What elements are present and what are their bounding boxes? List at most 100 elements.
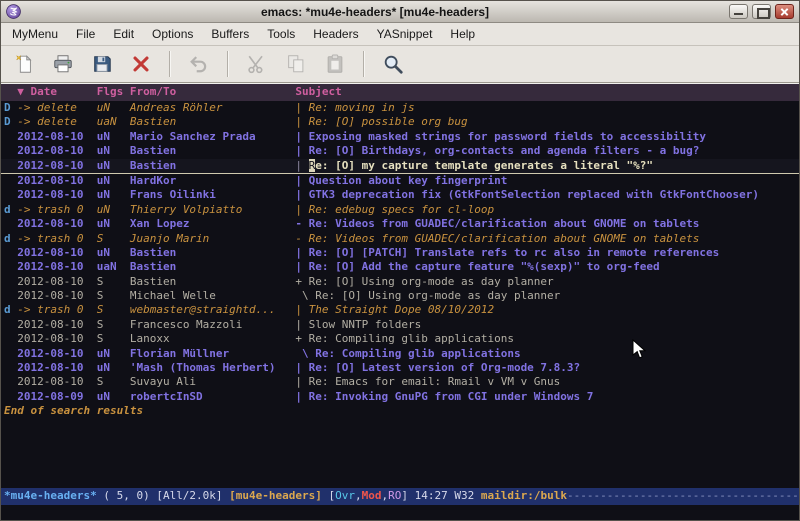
message-row[interactable]: d -> trash 0 uN Thierry Volpiatto | Re: … — [1, 203, 799, 217]
mark-char — [4, 318, 17, 331]
message-row[interactable]: 2012-08-10 uN 'Mash (Thomas Herbert) | R… — [1, 361, 799, 375]
window-controls — [729, 4, 794, 19]
close-buffer-button[interactable] — [125, 49, 157, 79]
message-row[interactable]: 2012-08-10 uN Mario Sanchez Prada | Expo… — [1, 130, 799, 144]
message-row[interactable]: 2012-08-09 uN robertcInSD | Re: Invoking… — [1, 390, 799, 404]
modeline-status-close-bracket: ] — [401, 489, 414, 502]
print-button[interactable] — [47, 49, 79, 79]
modeline-clock: 14:27 W32 — [415, 489, 481, 502]
search-button[interactable] — [377, 49, 409, 79]
message-row[interactable]: D -> delete uN Andreas Röhler | Re: movi… — [1, 101, 799, 115]
row-text: 2012-08-10 S Suvayu Ali | Re: Emacs for … — [17, 375, 560, 388]
message-row[interactable]: 2012-08-10 uN HardKor | Question about k… — [1, 174, 799, 188]
headers-line: ▼ Date Flgs From/To Subject — [1, 84, 799, 101]
row-text: 2012-08-10 uN 'Mash (Thomas Herbert) | R… — [17, 361, 580, 374]
row-text: 2012-08-10 uN Florian Müllner \ Re: Comp… — [17, 347, 520, 360]
row-text: 2012-08-10 uN Frans Oilinki | GTK3 depre… — [17, 188, 759, 201]
mark-char: d — [4, 203, 17, 216]
modeline-maildir: maildir:/bulk — [481, 489, 567, 502]
row-text: 2012-08-09 uN robertcInSD | Re: Invoking… — [17, 390, 593, 403]
menu-item-options[interactable]: Options — [143, 24, 202, 44]
paste-icon — [324, 53, 346, 75]
message-row[interactable]: 2012-08-10 S Michael Welle \ Re: [O] Usi… — [1, 289, 799, 303]
mark-char — [4, 246, 17, 259]
mark-char: D — [4, 101, 17, 114]
maximize-button[interactable] — [752, 4, 771, 19]
row-text: 2012-08-10 uaN Bastien | Re: [O] Add the… — [17, 260, 659, 273]
echo-area[interactable] — [1, 505, 799, 520]
copy-icon — [285, 53, 307, 75]
titlebar[interactable]: emacs: *mu4e-headers* [mu4e-headers] — [1, 1, 799, 23]
message-row[interactable]: D -> delete uaN Bastien | Re: [O] possib… — [1, 115, 799, 129]
mark-char — [4, 217, 17, 230]
print-icon — [52, 53, 74, 75]
cut-button — [241, 49, 273, 79]
mark-char: d — [4, 232, 17, 245]
new-file-icon — [13, 53, 35, 75]
close-window-button[interactable] — [775, 4, 794, 19]
menu-item-buffers[interactable]: Buffers — [202, 24, 258, 44]
message-row[interactable]: d -> trash 0 S Juanjo Marin - Re: Videos… — [1, 232, 799, 246]
menu-item-yasnippet[interactable]: YASnippet — [368, 24, 442, 44]
row-text: -> delete uaN Bastien | Re: [O] possible… — [17, 115, 467, 128]
menu-item-help[interactable]: Help — [441, 24, 484, 44]
message-row[interactable]: 2012-08-10 uN Bastien | Re: [O] [PATCH] … — [1, 246, 799, 260]
row-text: 2012-08-10 S Lanoxx + Re: Compiling glib… — [17, 332, 514, 345]
modeline-modified-indicator: Mod — [362, 489, 382, 502]
menu-item-edit[interactable]: Edit — [104, 24, 143, 44]
modeline-buffer-name: *mu4e-headers* — [4, 489, 97, 502]
row-text: 2012-08-10 S Michael Welle \ Re: [O] Usi… — [17, 289, 560, 302]
modeline-filler-dashes: -------------------------------------- — [567, 489, 799, 502]
message-row[interactable]: d -> trash 0 S webmaster@straightd... | … — [1, 303, 799, 317]
mark-char — [4, 332, 17, 345]
menu-item-tools[interactable]: Tools — [258, 24, 304, 44]
mark-char — [4, 289, 17, 302]
message-row[interactable]: 2012-08-10 uN Bastien | Re: [O] my captu… — [1, 159, 799, 174]
menu-bar: MyMenuFileEditOptionsBuffersToolsHeaders… — [1, 23, 799, 46]
mark-char — [4, 375, 17, 388]
row-head: 2012-08-10 uN Bastien — [17, 159, 295, 172]
modeline-mode-name: [mu4e-headers] — [229, 489, 322, 502]
minimize-button[interactable] — [729, 4, 748, 19]
modeline-overwrite-indicator: Ovr — [335, 489, 355, 502]
mark-char — [4, 347, 17, 360]
close-buffer-icon — [130, 53, 152, 75]
mark-char — [4, 260, 17, 273]
mark-char — [4, 174, 17, 187]
mark-char — [4, 188, 17, 201]
row-subject: e: [O] my capture template generates a l… — [315, 159, 653, 172]
menu-item-mymenu[interactable]: MyMenu — [3, 24, 67, 44]
mark-char — [4, 361, 17, 374]
message-row[interactable]: 2012-08-10 uaN Bastien | Re: [O] Add the… — [1, 260, 799, 274]
modeline-status-open-bracket: [ — [322, 489, 335, 502]
row-text: 2012-08-10 S Francesco Mazzoli | Slow NN… — [17, 318, 421, 331]
row-text: -> trash 0 S webmaster@straightd... | Th… — [17, 303, 494, 316]
new-file-button[interactable] — [8, 49, 40, 79]
row-text: -> trash 0 uN Thierry Volpiatto | Re: ed… — [17, 203, 494, 216]
undo-button — [183, 49, 215, 79]
menu-item-file[interactable]: File — [67, 24, 104, 44]
message-row[interactable]: 2012-08-10 uN Xan Lopez - Re: Videos fro… — [1, 217, 799, 231]
message-row[interactable]: 2012-08-10 uN Bastien | Re: [O] Birthday… — [1, 144, 799, 158]
mark-char: D — [4, 115, 17, 128]
menu-item-headers[interactable]: Headers — [304, 24, 367, 44]
thread-separator: | — [295, 159, 308, 172]
save-button[interactable] — [86, 49, 118, 79]
row-text: -> delete uN Andreas Röhler | Re: moving… — [17, 101, 414, 114]
modeline-readonly-indicator: RO — [388, 489, 401, 502]
row-text: 2012-08-10 S Bastien + Re: [O] Using org… — [17, 275, 553, 288]
message-row[interactable]: 2012-08-10 S Bastien + Re: [O] Using org… — [1, 275, 799, 289]
mark-char — [4, 159, 17, 172]
modeline-status-comma-1: , — [355, 489, 362, 502]
message-row[interactable]: 2012-08-10 uN Florian Müllner \ Re: Comp… — [1, 347, 799, 361]
search-icon — [382, 53, 404, 75]
row-text: 2012-08-10 uN Bastien | Re: [O] [PATCH] … — [17, 246, 719, 259]
mark-char: d — [4, 303, 17, 316]
message-row[interactable]: 2012-08-10 S Lanoxx + Re: Compiling glib… — [1, 332, 799, 346]
message-row[interactable]: 2012-08-10 S Suvayu Ali | Re: Emacs for … — [1, 375, 799, 389]
message-row[interactable]: 2012-08-10 uN Frans Oilinki | GTK3 depre… — [1, 188, 799, 202]
message-row[interactable]: 2012-08-10 S Francesco Mazzoli | Slow NN… — [1, 318, 799, 332]
mark-char — [4, 275, 17, 288]
message-list: D -> delete uN Andreas Röhler | Re: movi… — [1, 101, 799, 404]
buffer-area[interactable]: ▼ Date Flgs From/To Subject D -> delete … — [1, 83, 799, 488]
